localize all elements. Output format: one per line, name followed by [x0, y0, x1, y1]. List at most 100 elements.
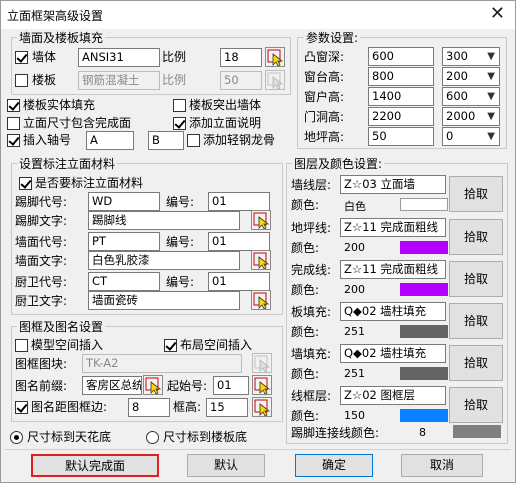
slab-protrude-label: 楼板突出墙体	[189, 98, 262, 112]
prefix-field[interactable]: 客房区总统	[82, 376, 142, 395]
color-swatch[interactable]	[400, 325, 448, 338]
param-select[interactable]: 0 ▼	[442, 127, 500, 146]
pick-cursor-icon	[267, 72, 284, 90]
skirting-text-field[interactable]: 踢脚线	[88, 211, 240, 230]
color-swatch[interactable]	[400, 283, 448, 296]
layer-field[interactable]: Z☆03 立面墙	[340, 175, 446, 194]
layer-label: 线框层:	[291, 389, 332, 403]
pick-cursor-icon	[253, 212, 270, 230]
model-space-checkbox[interactable]	[15, 339, 28, 352]
cancel-button[interactable]: 取消	[401, 454, 483, 477]
pick-cursor-icon	[254, 377, 271, 395]
start-no-pick-button[interactable]	[252, 375, 272, 395]
distance-label: 图名距图框边:	[31, 400, 108, 414]
layer-field[interactable]: Q◆02 墙柱填充	[340, 344, 446, 363]
skirting-text-pick-button[interactable]	[251, 210, 271, 230]
layer-field[interactable]: Z☆11 完成面粗线	[340, 260, 446, 279]
default-button[interactable]: 默认	[187, 454, 265, 477]
slab-checkbox[interactable]	[15, 74, 28, 87]
param-value-field[interactable]: 50	[368, 127, 434, 146]
slab-protrude-checkbox[interactable]	[173, 99, 186, 112]
kitchen-text-pick-button[interactable]	[251, 290, 271, 310]
close-icon[interactable]: ✕	[490, 3, 505, 24]
dim-to-ceiling-radio[interactable]	[10, 431, 23, 444]
param-select[interactable]: 2000 ▼	[442, 107, 500, 126]
ok-button[interactable]: 确定	[295, 454, 373, 477]
kitchen-code-field[interactable]: CT	[88, 272, 160, 291]
param-select[interactable]: 200 ▼	[442, 67, 500, 86]
wall-text-pick-button[interactable]	[251, 250, 271, 270]
color-swatch[interactable]	[400, 241, 448, 254]
window-title: 立面框架高级设置	[7, 9, 104, 23]
start-no-field[interactable]: 01	[213, 376, 249, 395]
wall-scale-field[interactable]: 18	[220, 48, 262, 67]
wall-text-field[interactable]: 白色乳胶漆	[88, 251, 240, 270]
slab-scale-label: 比例	[162, 73, 187, 87]
color-swatch[interactable]	[400, 367, 448, 380]
color-label: 颜色:	[291, 367, 320, 381]
skirting-code-field[interactable]: WD	[88, 192, 160, 211]
param-value-field[interactable]: 1400	[368, 87, 434, 106]
layer-label: 墙线层:	[291, 178, 332, 192]
add-elevation-note-checkbox[interactable]	[173, 117, 186, 130]
pick-cursor-icon	[253, 292, 270, 310]
skirting-no-field[interactable]: 01	[208, 192, 270, 211]
param-value-field[interactable]: 2200	[368, 107, 434, 126]
param-select[interactable]: 600 ▼	[442, 87, 500, 106]
wall-code-field[interactable]: PT	[88, 232, 160, 251]
frame-height-pick-button[interactable]	[252, 397, 272, 417]
size-includes-finish-checkbox[interactable]	[7, 117, 20, 130]
distance-field[interactable]: 8	[128, 398, 170, 417]
need-material-checkbox[interactable]	[19, 177, 32, 190]
slab-pattern-pick-button	[265, 70, 285, 90]
color-swatch[interactable]	[400, 198, 448, 211]
param-select[interactable]: 300 ▼	[442, 47, 500, 66]
param-value-field[interactable]: 800	[368, 67, 434, 86]
pick-layer-button[interactable]: 拾取	[449, 261, 503, 297]
pick-layer-button[interactable]: 拾取	[449, 219, 503, 255]
color-value: 251	[344, 325, 365, 338]
layout-space-checkbox[interactable]	[164, 339, 177, 352]
color-label: 颜色:	[291, 241, 320, 255]
pick-cursor-icon	[267, 49, 284, 67]
kitchen-no-field[interactable]: 01	[208, 272, 270, 291]
layer-field[interactable]: Z☆02 图框层	[340, 386, 446, 405]
slab-solid-fill-label: 楼板实体填充	[23, 98, 96, 112]
frame-height-field[interactable]: 15	[206, 398, 248, 417]
add-light-keel-checkbox[interactable]	[187, 134, 200, 147]
prefix-pick-button[interactable]	[143, 375, 163, 395]
kitchen-text-field[interactable]: 墙面瓷砖	[88, 291, 240, 310]
wall-pattern-field[interactable]: ANSI31	[78, 48, 160, 67]
color-label: 颜色:	[291, 283, 320, 297]
frame-block-pick-button	[252, 353, 272, 373]
default-finish-button[interactable]: 默认完成面	[31, 454, 159, 477]
slab-solid-fill-checkbox[interactable]	[7, 99, 20, 112]
dim-to-slab-label: 尺寸标到楼板底	[163, 430, 248, 444]
wall-pattern-pick-button[interactable]	[265, 47, 285, 67]
pick-layer-button[interactable]: 拾取	[449, 387, 503, 423]
dim-to-slab-radio[interactable]	[146, 431, 159, 444]
pick-cursor-icon	[145, 377, 162, 395]
layer-field[interactable]: Z☆11 完成面粗线	[340, 218, 446, 237]
axis-a-field[interactable]: A	[86, 131, 134, 150]
wall-text-label: 墙面文字:	[15, 254, 68, 268]
wall-no-field[interactable]: 01	[208, 232, 270, 251]
insert-axis-checkbox[interactable]	[7, 134, 20, 147]
skirting-color-swatch[interactable]	[453, 425, 501, 438]
wall-checkbox[interactable]	[15, 51, 28, 64]
param-value-field[interactable]: 600	[368, 47, 434, 66]
chevron-down-icon: ▼	[487, 51, 495, 62]
wall-code-label: 墙面代号:	[15, 235, 68, 249]
footer-divider	[5, 449, 511, 450]
size-includes-finish-label: 立面尺寸包含完成面	[23, 116, 132, 130]
slab-scale-field: 50	[220, 71, 262, 90]
params-group-title: 参数设置:	[304, 29, 361, 46]
axis-b-field[interactable]: B	[148, 131, 184, 150]
pick-layer-button[interactable]: 拾取	[449, 303, 503, 339]
distance-checkbox[interactable]	[15, 401, 28, 414]
layer-field[interactable]: Q◆02 墙柱填充	[340, 302, 446, 321]
pick-layer-button[interactable]: 拾取	[449, 176, 503, 212]
color-swatch[interactable]	[400, 409, 448, 422]
pick-layer-button[interactable]: 拾取	[449, 345, 503, 381]
color-value: 200	[344, 283, 365, 296]
